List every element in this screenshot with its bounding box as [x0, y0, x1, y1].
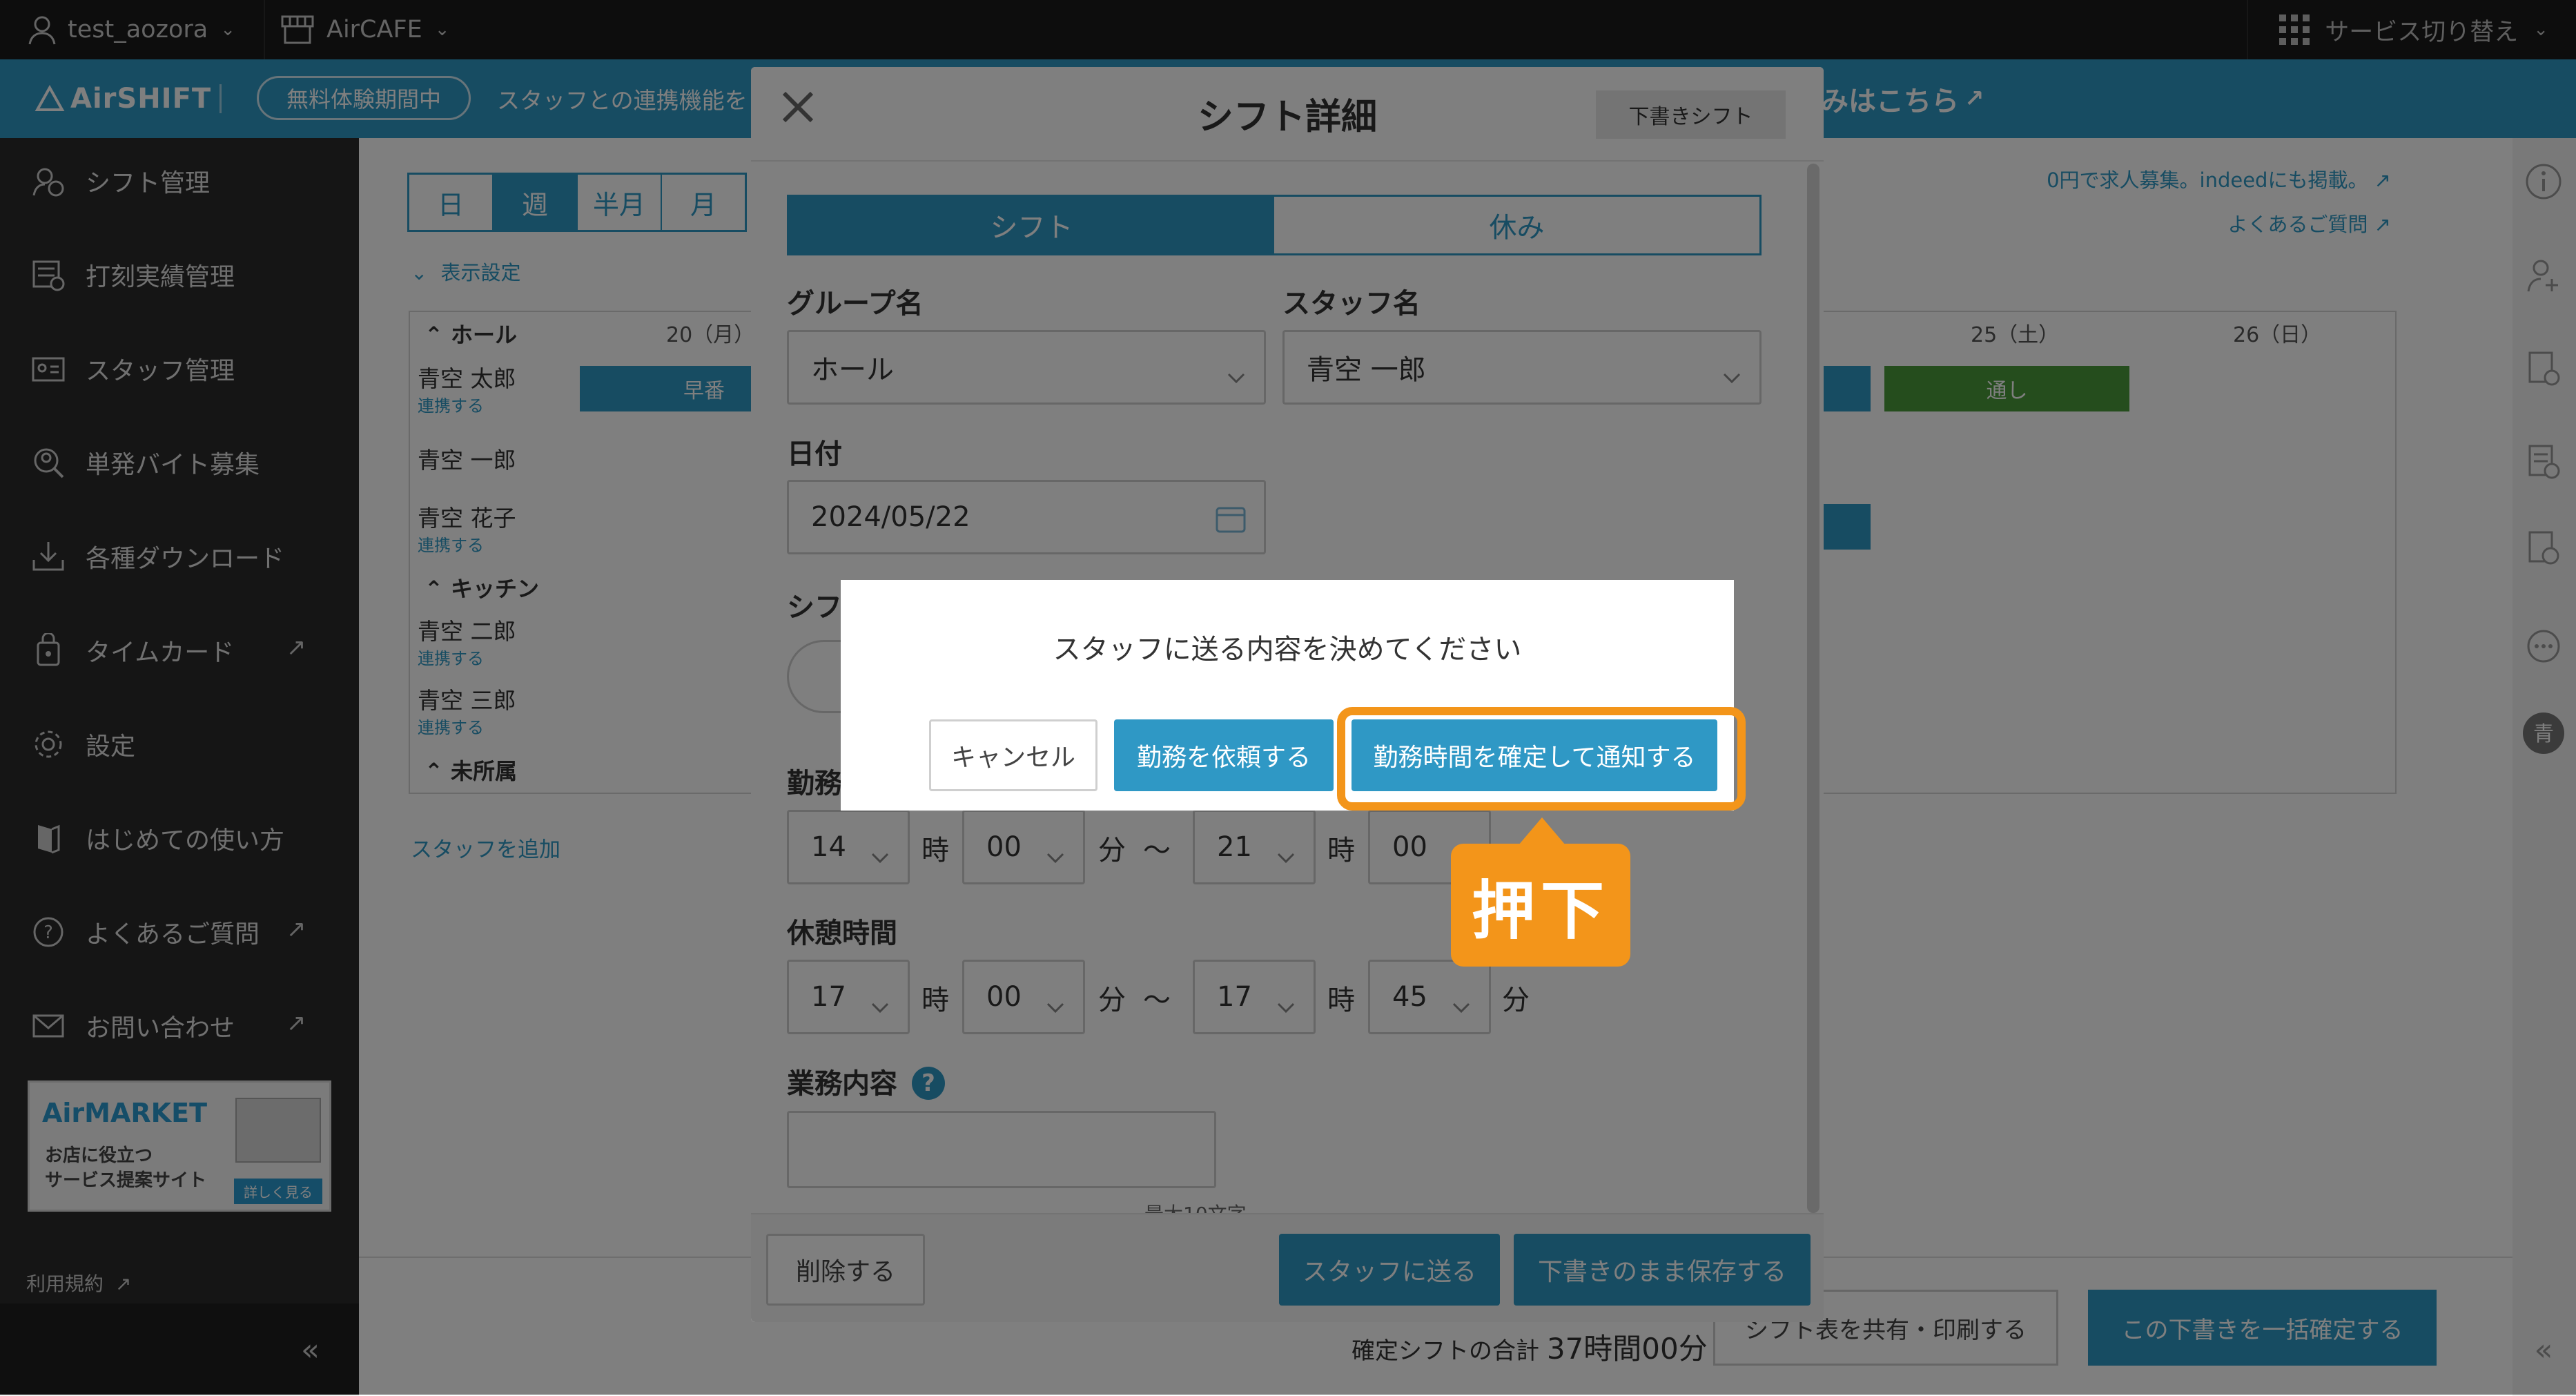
press-callout: 押下: [1451, 844, 1630, 967]
request-work-button[interactable]: 勤務を依頼する: [1114, 719, 1334, 791]
highlight-frame: [1337, 707, 1746, 811]
cancel-button[interactable]: キャンセル: [929, 719, 1097, 791]
dialog-message: スタッフに送る内容を決めてください: [1053, 634, 1522, 666]
callout-pointer: [1519, 817, 1565, 845]
